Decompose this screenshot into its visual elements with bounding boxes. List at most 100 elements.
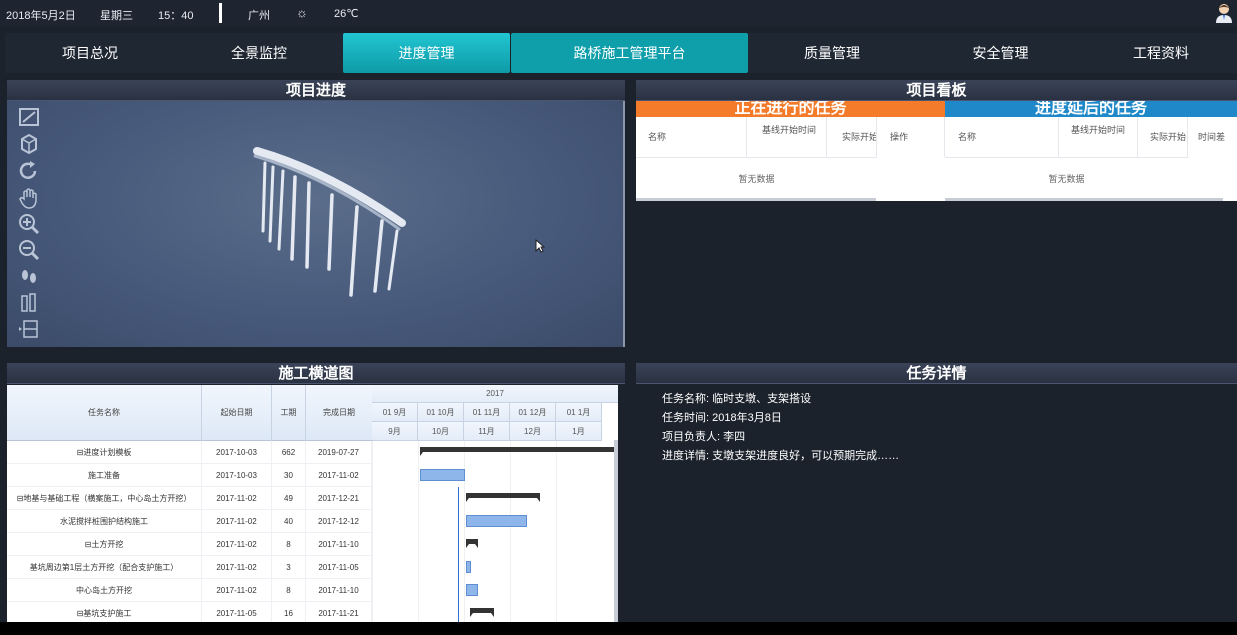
cube-view-icon[interactable] — [16, 131, 42, 155]
task-owner-line: 项目负责人: 李四 — [662, 431, 746, 443]
gantt-chart: 任务名称 起始日期 工期 完成日期 ⊟进度计划模板 2017-10-03 662 20… — [7, 385, 618, 622]
end-date-cell: 2019-07-27 — [306, 441, 372, 464]
gantt-month-subheader: 10月 — [418, 422, 464, 441]
gantt-task-bar[interactable] — [466, 584, 478, 596]
duration-cell: 30 — [272, 464, 306, 487]
zoom-in-icon[interactable] — [16, 212, 42, 236]
col-start-date[interactable]: 起始日期 — [202, 385, 272, 441]
project-kanban: 正在进行的任务 进度延后的任务 名称 基线开始时间 实际开始 操作 暂无数据 名… — [636, 101, 1237, 201]
nav-item-documents[interactable]: 工程资料 — [1085, 33, 1237, 73]
table-row[interactable]: ⊟基坑支护施工 2017-11-05 16 2017-11-21 — [7, 602, 372, 622]
table-row[interactable]: 施工准备 2017-10-03 30 2017-11-02 — [7, 464, 372, 487]
end-date-cell: 2017-11-10 — [306, 533, 372, 556]
gantt-dependency-line — [458, 487, 459, 622]
end-date-cell: 2017-12-21 — [306, 487, 372, 510]
gantt-gridline — [372, 441, 373, 622]
task-time-line: 任务时间: 2018年3月8日 — [662, 412, 782, 424]
table-row[interactable]: 基坑周边第1层土方开挖（配合支护施工） 2017-11-02 3 2017-11-05 — [7, 556, 372, 579]
table-row[interactable]: ⊟土方开挖 2017-11-02 8 2017-11-10 — [7, 533, 372, 556]
gantt-gridline — [418, 441, 419, 622]
task-name-cell: ⊟进度计划模板 — [7, 441, 202, 464]
gantt-task-bar[interactable] — [466, 561, 471, 573]
start-date-cell: 2017-11-02 — [202, 487, 272, 510]
nav-item-safety[interactable]: 安全管理 — [916, 33, 1085, 73]
start-date-cell: 2017-11-02 — [202, 533, 272, 556]
gantt-gridline — [556, 441, 557, 622]
gantt-year: 2017 — [372, 385, 618, 403]
ongoing-scrollbar[interactable] — [636, 198, 876, 201]
bridge-model[interactable] — [237, 141, 417, 301]
gantt-summary-bar[interactable] — [466, 493, 540, 502]
col-actual-start: 实际开始 — [827, 117, 877, 157]
task-name-cell: 基坑周边第1层土方开挖（配合支护施工） — [7, 556, 202, 579]
duration-cell: 8 — [272, 579, 306, 602]
table-row[interactable]: 水泥搅拌桩围护结构施工 2017-11-02 40 2017-12-12 — [7, 510, 372, 533]
gantt-summary-bar[interactable] — [470, 608, 494, 617]
col-task-name[interactable]: 任务名称 — [7, 385, 202, 441]
task-name-cell: 水泥搅拌桩围护结构施工 — [7, 510, 202, 533]
end-date-cell: 2017-11-05 — [306, 556, 372, 579]
date-text: 2018年5月2日 — [6, 10, 76, 22]
status-divider — [219, 3, 222, 23]
start-date-cell: 2017-10-03 — [202, 464, 272, 487]
bim-3d-viewer[interactable] — [7, 101, 625, 347]
progress-panel-title: 项目进度 — [7, 80, 625, 101]
layer-icon[interactable] — [16, 317, 42, 341]
details-panel-title: 任务详情 — [636, 363, 1237, 384]
col-baseline-start: 基线开始时间 — [747, 117, 827, 157]
start-date-cell: 2017-11-05 — [202, 602, 272, 622]
nav-item-platform[interactable]: 路桥施工管理平台 — [511, 33, 748, 73]
end-date-cell: 2017-11-02 — [306, 464, 372, 487]
gantt-grid-header: 任务名称 起始日期 工期 完成日期 — [7, 385, 372, 441]
gantt-month-header: 01 9月 — [372, 403, 418, 422]
bottom-bar — [0, 622, 1237, 635]
task-name-line: 任务名称: 临时支墩、支架搭设 — [662, 393, 812, 405]
col-name: 名称 — [945, 117, 1059, 157]
table-row[interactable]: ⊟地基与基础工程（横案施工，中心岛土方开挖） 2017-11-02 49 2017-1… — [7, 487, 372, 510]
gantt-panel-title: 施工横道图 — [7, 363, 625, 384]
duration-cell: 49 — [272, 487, 306, 510]
delayed-empty-text: 暂无数据 — [945, 157, 1188, 199]
temperature-text: 26℃ — [334, 8, 359, 20]
task-name-cell: 施工准备 — [7, 464, 202, 487]
rotate-icon[interactable] — [16, 159, 42, 183]
pan-hand-icon[interactable] — [16, 186, 42, 210]
zoom-out-icon[interactable] — [16, 238, 42, 262]
gantt-month-subheader: 11月 — [464, 422, 510, 441]
duration-cell: 3 — [272, 556, 306, 579]
nav-item-overview[interactable]: 项目总况 — [5, 33, 175, 73]
nav-item-monitoring[interactable]: 全景监控 — [175, 33, 343, 73]
gantt-month-header: 01 12月 — [510, 403, 556, 422]
duration-cell: 16 — [272, 602, 306, 622]
ongoing-tasks-header: 正在进行的任务 — [636, 101, 945, 117]
end-date-cell: 2017-12-12 — [306, 510, 372, 533]
gantt-task-bar[interactable] — [466, 515, 527, 527]
gantt-month-header: 01 1月 — [556, 403, 602, 422]
col-duration[interactable]: 工期 — [272, 385, 306, 441]
gantt-timeline: 2017 01 9月 9月 01 10月 10月 01 11月 11月 01 12月 12月 0… — [372, 385, 618, 622]
fit-view-icon[interactable] — [16, 105, 42, 129]
table-row[interactable]: ⊟进度计划模板 2017-10-03 662 2019-07-27 — [7, 441, 372, 464]
gantt-scrollbar[interactable] — [614, 440, 618, 622]
section-icon[interactable] — [16, 291, 42, 315]
status-bar: 2018年5月2日 星期三 15：40 广州 ☼ 26℃ — [0, 0, 1237, 26]
gantt-gridline — [510, 441, 511, 622]
user-avatar-icon[interactable] — [1215, 3, 1233, 23]
col-name: 名称 — [636, 117, 747, 157]
delayed-scrollbar[interactable] — [945, 198, 1223, 201]
walk-icon[interactable] — [16, 265, 42, 289]
nav-item-quality[interactable]: 质量管理 — [748, 33, 916, 73]
gantt-task-bar[interactable] — [420, 469, 465, 481]
gantt-summary-bar[interactable] — [466, 539, 478, 548]
gantt-month-subheader: 1月 — [556, 422, 602, 441]
col-end-date[interactable]: 完成日期 — [306, 385, 372, 441]
weekday-text: 星期三 — [100, 10, 133, 22]
duration-cell: 662 — [272, 441, 306, 464]
kanban-panel-title: 项目看板 — [636, 80, 1237, 101]
gantt-summary-bar[interactable] — [420, 447, 618, 456]
table-row[interactable]: 中心岛土方开挖 2017-11-02 8 2017-11-10 — [7, 579, 372, 602]
ongoing-empty-text: 暂无数据 — [636, 157, 877, 199]
duration-cell: 8 — [272, 533, 306, 556]
duration-cell: 40 — [272, 510, 306, 533]
nav-item-progress[interactable]: 进度管理 — [343, 33, 510, 73]
